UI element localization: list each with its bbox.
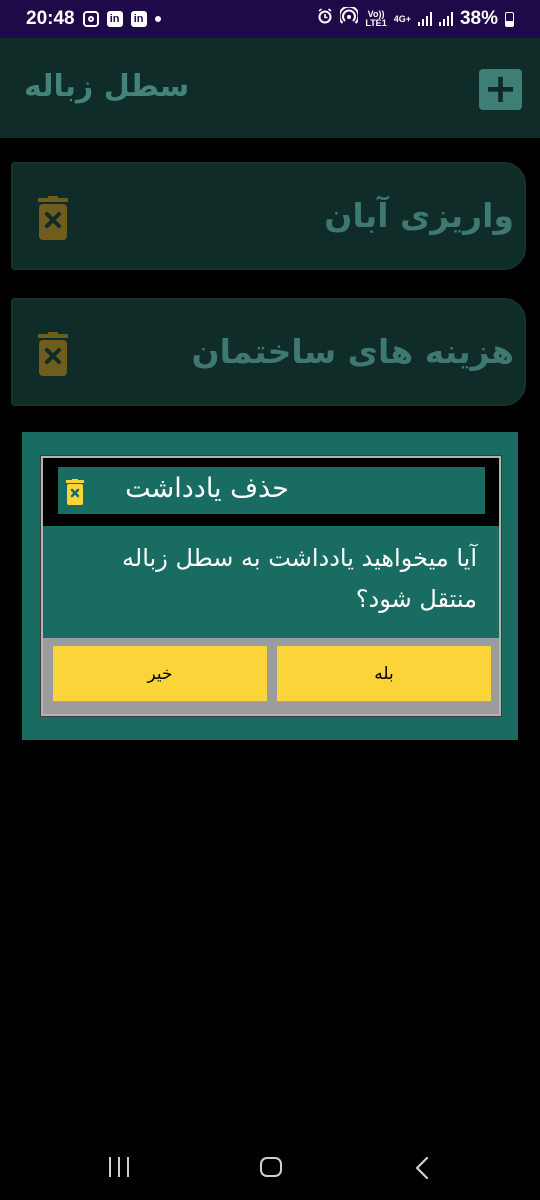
recent-apps-icon[interactable] bbox=[109, 1157, 129, 1177]
add-button[interactable]: + bbox=[479, 69, 522, 110]
home-icon[interactable] bbox=[260, 1157, 282, 1177]
status-right: Vo)) LTE1 4G+ 38% bbox=[317, 5, 514, 32]
volte-indicator: Vo)) LTE1 bbox=[365, 10, 386, 28]
linkedin-icon: in bbox=[130, 11, 147, 27]
note-title: واریزی آبان bbox=[324, 196, 514, 235]
alarm-icon bbox=[317, 8, 333, 30]
back-icon[interactable] bbox=[412, 1157, 432, 1179]
dot-icon bbox=[154, 16, 161, 22]
linkedin-icon: in bbox=[106, 11, 123, 27]
trash-x-icon[interactable] bbox=[35, 196, 71, 240]
dialog-message: آیا میخواهید یادداشت به سطل زباله منتقل … bbox=[122, 544, 477, 613]
note-card[interactable]: هزینه های ساختمان bbox=[11, 298, 526, 406]
dialog-header: حذف یادداشت bbox=[43, 458, 499, 526]
hotspot-icon bbox=[338, 5, 360, 31]
delete-note-dialog: حذف یادداشت آیا میخواهید یادداشت به سطل … bbox=[41, 456, 501, 716]
app-bar: سطل زباله + bbox=[0, 38, 540, 138]
status-time: 20:48 bbox=[26, 8, 75, 29]
network-type: 4G+ bbox=[393, 13, 411, 24]
no-button[interactable]: خیر bbox=[53, 646, 267, 702]
dialog-title-bar: حذف یادداشت bbox=[58, 467, 485, 514]
lte-label: LTE1 bbox=[365, 18, 387, 28]
signal-icon bbox=[438, 12, 453, 26]
dialog-title: حذف یادداشت bbox=[125, 473, 289, 504]
signal-icon bbox=[417, 12, 432, 26]
battery-icon bbox=[505, 11, 514, 27]
status-bar: 20:48 in in Vo)) LTE1 4G+ 38% bbox=[0, 0, 540, 38]
navigation-bar bbox=[0, 1130, 540, 1200]
yes-button[interactable]: بله bbox=[277, 646, 491, 702]
note-card[interactable]: واریزی آبان bbox=[11, 162, 526, 270]
trash-x-icon[interactable] bbox=[35, 332, 71, 376]
page-title: سطل زباله bbox=[24, 69, 190, 104]
note-title: هزینه های ساختمان bbox=[191, 332, 514, 371]
dialog-buttons: خیر بله bbox=[43, 638, 499, 714]
battery-percent: 38% bbox=[459, 8, 498, 29]
trash-x-icon bbox=[66, 479, 84, 505]
instagram-icon bbox=[82, 11, 99, 27]
status-left: 20:48 in in bbox=[26, 6, 161, 32]
